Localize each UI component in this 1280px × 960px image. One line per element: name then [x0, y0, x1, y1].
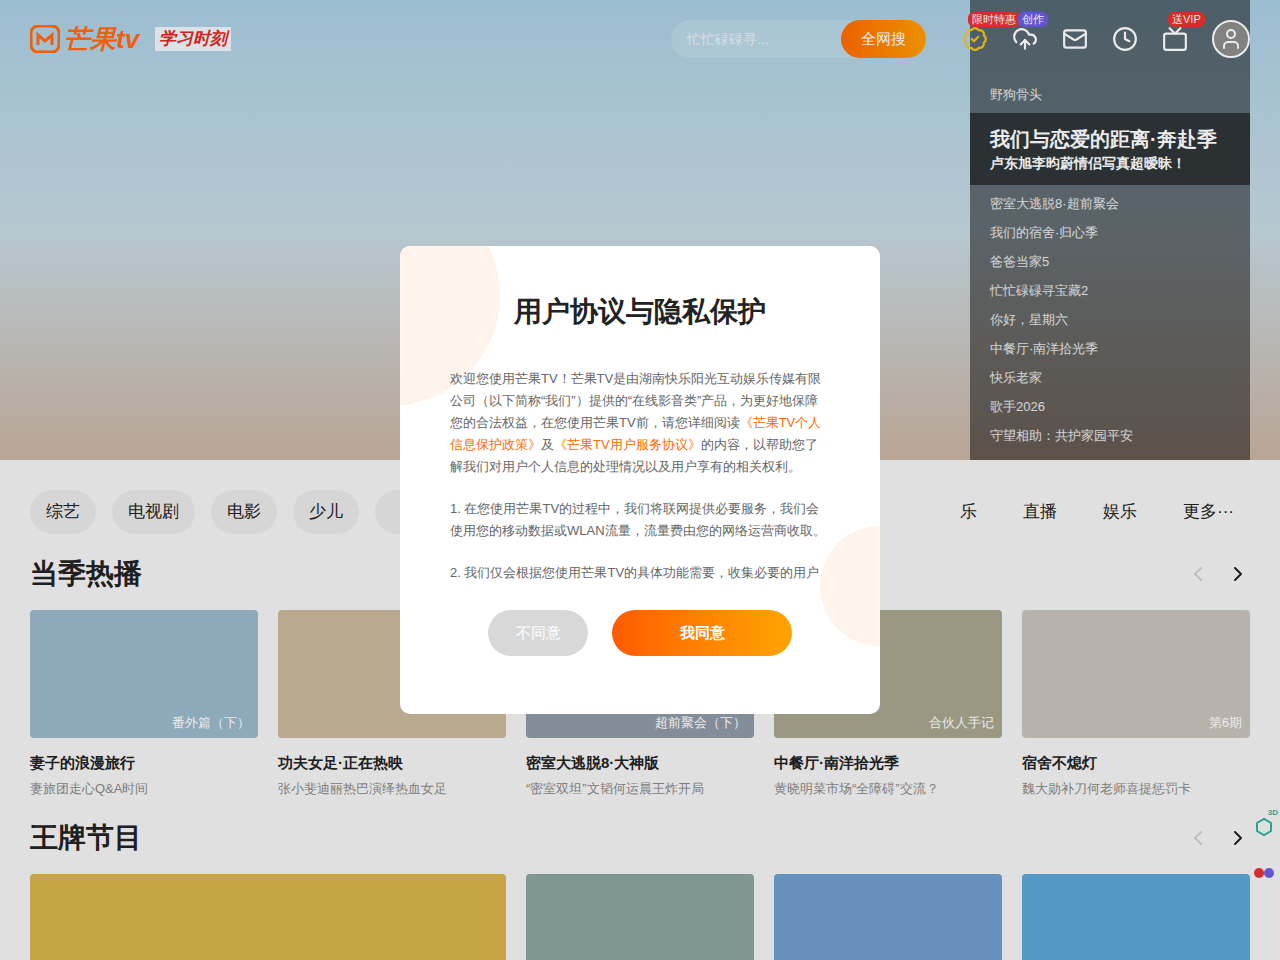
- dialog-paragraph: 欢迎您使用芒果TV！芒果TV是由湖南快乐阳光互动娱乐传媒有限公司（以下简称“我们…: [450, 368, 830, 478]
- agree-button[interactable]: 我同意: [612, 610, 792, 656]
- agreement-dialog: 用户协议与隐私保护欢迎您使用芒果TV！芒果TV是由湖南快乐阳光互动娱乐传媒有限公…: [400, 246, 880, 714]
- page: 野狗骨头我们与恋爱的距离·奔赴季卢东旭李昀蔚情侣写真超暧昧！密室大逃脱8·超前聚…: [0, 0, 1280, 960]
- dialog-paragraph: 1. 在您使用芒果TV的过程中，我们将联网提供必要服务，我们会使用您的移动数据或…: [450, 498, 830, 542]
- dialog-title: 用户协议与隐私保护: [450, 292, 830, 332]
- disagree-button[interactable]: 不同意: [488, 610, 588, 656]
- policy-link[interactable]: 《芒果TV用户服务协议》: [554, 437, 701, 452]
- dialog-paragraph: 2. 我们仅会根据您使用芒果TV的具体功能需要，收集必要的用户: [450, 562, 830, 582]
- dialog-body[interactable]: 欢迎您使用芒果TV！芒果TV是由湖南快乐阳光互动娱乐传媒有限公司（以下简称“我们…: [450, 368, 830, 582]
- dialog-overlay: 用户协议与隐私保护欢迎您使用芒果TV！芒果TV是由湖南快乐阳光互动娱乐传媒有限公…: [0, 0, 1280, 960]
